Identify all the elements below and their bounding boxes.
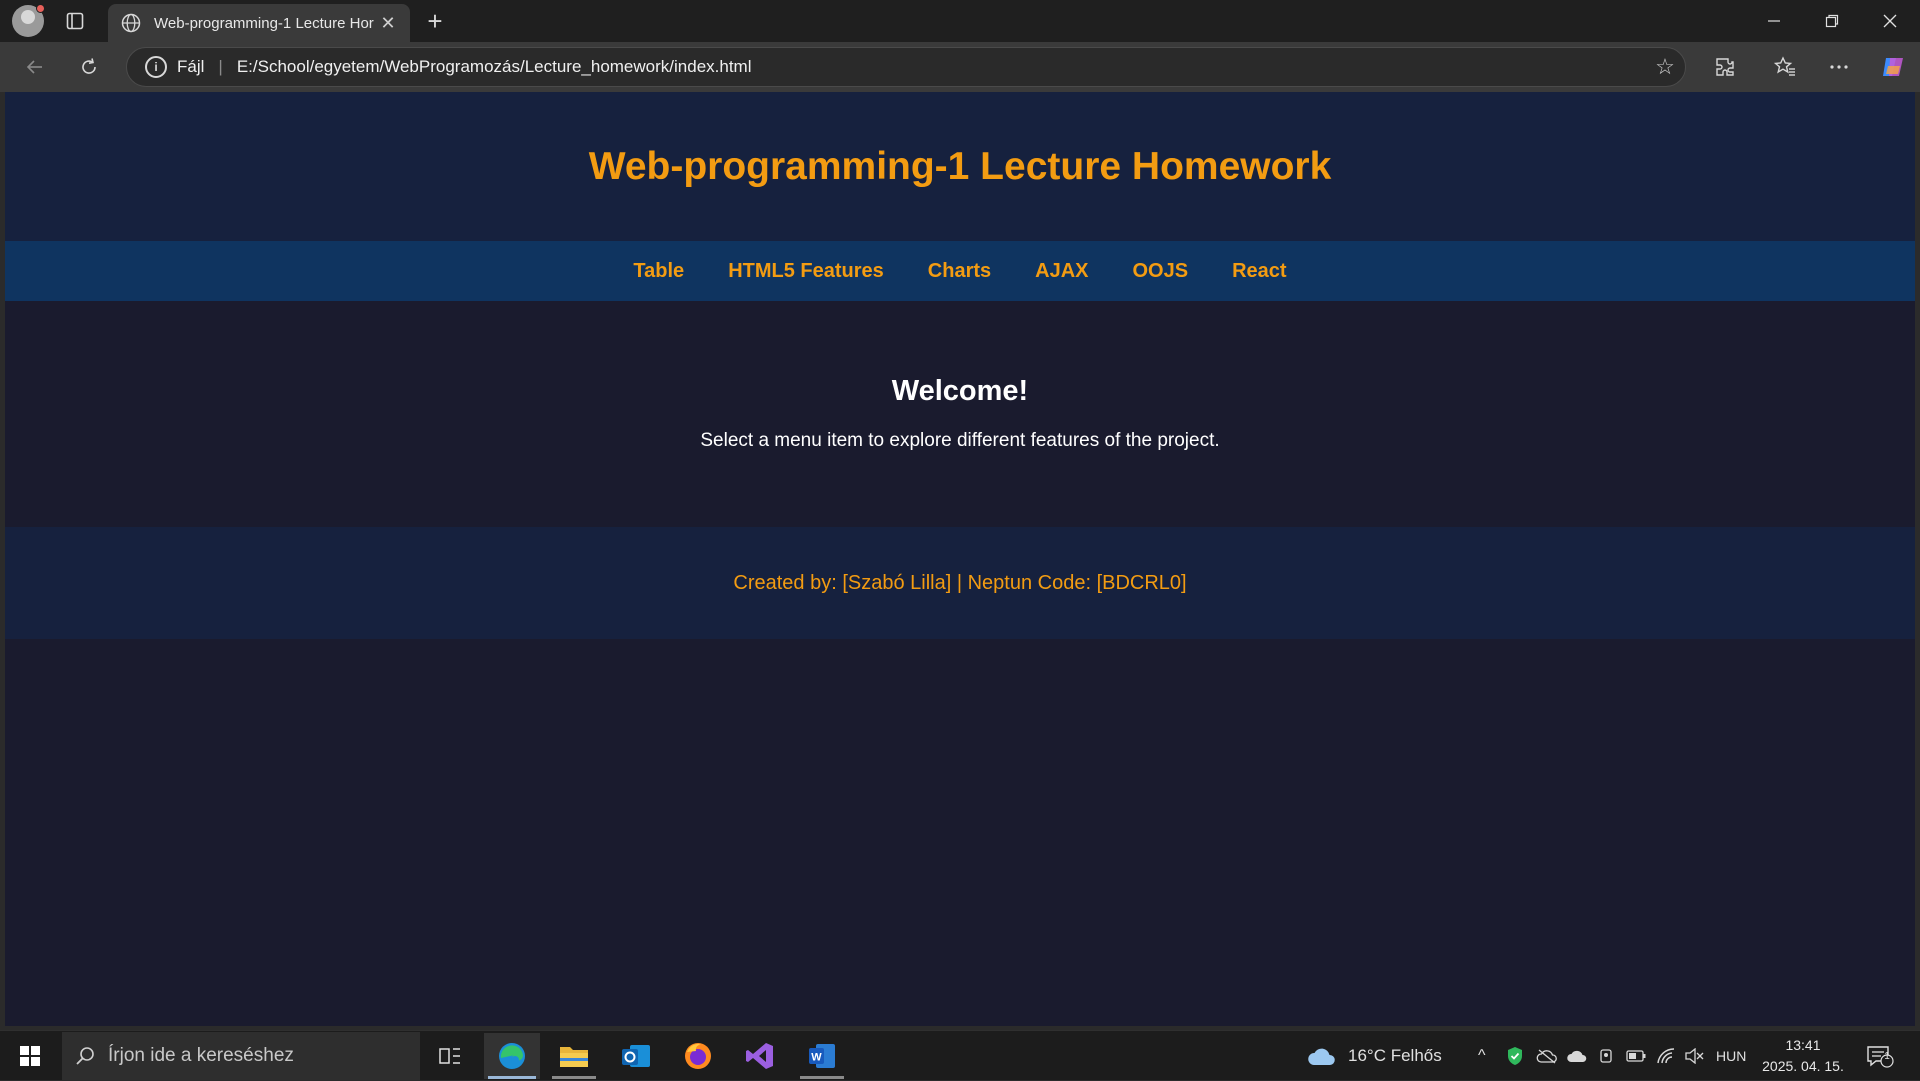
page-title: Web-programming-1 Lecture Homework	[588, 144, 1332, 188]
main-nav: Table HTML5 Features Charts AJAX OOJS Re…	[5, 241, 1915, 301]
favorites-icon[interactable]	[1770, 52, 1800, 82]
browser-toolbar: i Fájl | E:/School/egyetem/WebProgramozá…	[0, 42, 1920, 92]
cloud-sync-icon[interactable]	[1566, 1031, 1588, 1081]
profile-avatar-icon[interactable]	[12, 4, 45, 37]
nav-link-table[interactable]: Table	[633, 260, 684, 283]
extensions-icon[interactable]	[1710, 52, 1740, 82]
show-hidden-icons[interactable]: ^	[1478, 1031, 1486, 1081]
address-separator: |	[218, 57, 223, 76]
weather-widget[interactable]: 16°C Felhős	[1306, 1031, 1442, 1081]
nav-link-charts[interactable]: Charts	[928, 260, 991, 283]
more-options-icon[interactable]	[1824, 52, 1854, 82]
weather-text: 16°C Felhős	[1348, 1046, 1442, 1065]
restore-button[interactable]	[1804, 0, 1860, 42]
close-tab-icon[interactable]: ✕	[378, 13, 398, 34]
volume-muted-icon[interactable]	[1684, 1031, 1704, 1081]
nav-link-oojs[interactable]: OOJS	[1133, 260, 1189, 283]
clock-date: 2025. 04. 15.	[1762, 1058, 1844, 1074]
address-scheme: Fájl	[177, 57, 205, 76]
tab-strip: Web-programming-1 Lecture Hor ✕ +	[0, 0, 1920, 42]
edge-app-icon[interactable]	[484, 1033, 540, 1079]
page-viewport: Web-programming-1 Lecture Homework Table…	[5, 92, 1915, 1026]
onedrive-icon[interactable]	[1536, 1031, 1558, 1081]
globe-icon	[121, 13, 141, 33]
site-header: Web-programming-1 Lecture Homework	[5, 92, 1915, 241]
wifi-icon[interactable]	[1656, 1031, 1676, 1081]
address-url[interactable]: E:/School/egyetem/WebProgramozás/Lecture…	[237, 57, 1645, 77]
notifications-icon[interactable]: 1	[1866, 1031, 1894, 1081]
address-bar[interactable]: i Fájl | E:/School/egyetem/WebProgramozá…	[126, 47, 1686, 87]
visual-studio-app-icon[interactable]	[732, 1033, 788, 1079]
task-view-icon[interactable]	[422, 1033, 478, 1079]
security-shield-icon[interactable]	[1506, 1031, 1524, 1081]
search-icon	[76, 1047, 94, 1065]
reload-icon[interactable]	[74, 52, 104, 82]
battery-icon[interactable]	[1626, 1031, 1646, 1081]
firefox-app-icon[interactable]	[670, 1033, 726, 1079]
new-tab-button[interactable]: +	[420, 6, 450, 36]
notification-dot	[36, 4, 45, 13]
favorite-star-icon[interactable]: ☆	[1645, 54, 1685, 80]
taskbar-search[interactable]: Írjon ide a kereséshez	[62, 1032, 420, 1080]
minimize-button[interactable]	[1746, 0, 1802, 42]
windows-logo-icon	[20, 1046, 40, 1066]
tab-active[interactable]: Web-programming-1 Lecture Hor ✕	[108, 4, 410, 42]
copilot-icon[interactable]	[1878, 52, 1908, 82]
cloud-icon	[1308, 1048, 1335, 1065]
clock-time: 13:41	[1785, 1037, 1821, 1053]
welcome-heading: Welcome!	[891, 375, 1029, 407]
nav-link-ajax[interactable]: AJAX	[1035, 260, 1088, 283]
nav-link-react[interactable]: React	[1232, 260, 1286, 283]
close-window-button[interactable]	[1862, 0, 1918, 42]
back-icon[interactable]	[20, 52, 50, 82]
site-footer: Created by: [Szabó Lilla] | Neptun Code:…	[5, 527, 1915, 639]
browser-window: Web-programming-1 Lecture Hor ✕ + i Fájl…	[0, 0, 1920, 1080]
start-button[interactable]	[10, 1040, 50, 1072]
site-info-icon[interactable]: i	[145, 56, 167, 78]
footer-text: Created by: [Szabó Lilla] | Neptun Code:…	[733, 571, 1187, 594]
language-indicator[interactable]: HUN	[1716, 1031, 1746, 1081]
welcome-text: Select a menu item to explore different …	[700, 430, 1220, 451]
tab-title: Web-programming-1 Lecture Hor	[154, 14, 374, 32]
notification-count: 1	[1884, 1051, 1890, 1062]
clock[interactable]: 13:41 2025. 04. 15.	[1760, 1035, 1846, 1077]
main-content: Welcome! Select a menu item to explore d…	[5, 301, 1915, 527]
workspaces-icon[interactable]	[60, 6, 90, 36]
meet-now-icon[interactable]	[1598, 1031, 1616, 1081]
outlook-app-icon[interactable]	[608, 1033, 664, 1079]
svg-text:W: W	[811, 1052, 822, 1064]
word-app-icon[interactable]: W	[794, 1033, 850, 1079]
file-explorer-app-icon[interactable]	[546, 1033, 602, 1079]
nav-link-html5-features[interactable]: HTML5 Features	[728, 260, 884, 283]
taskbar: Írjon ide a kereséshez W 16°C Felhős ^ H…	[0, 1030, 1920, 1080]
search-placeholder: Írjon ide a kereséshez	[108, 1045, 294, 1066]
